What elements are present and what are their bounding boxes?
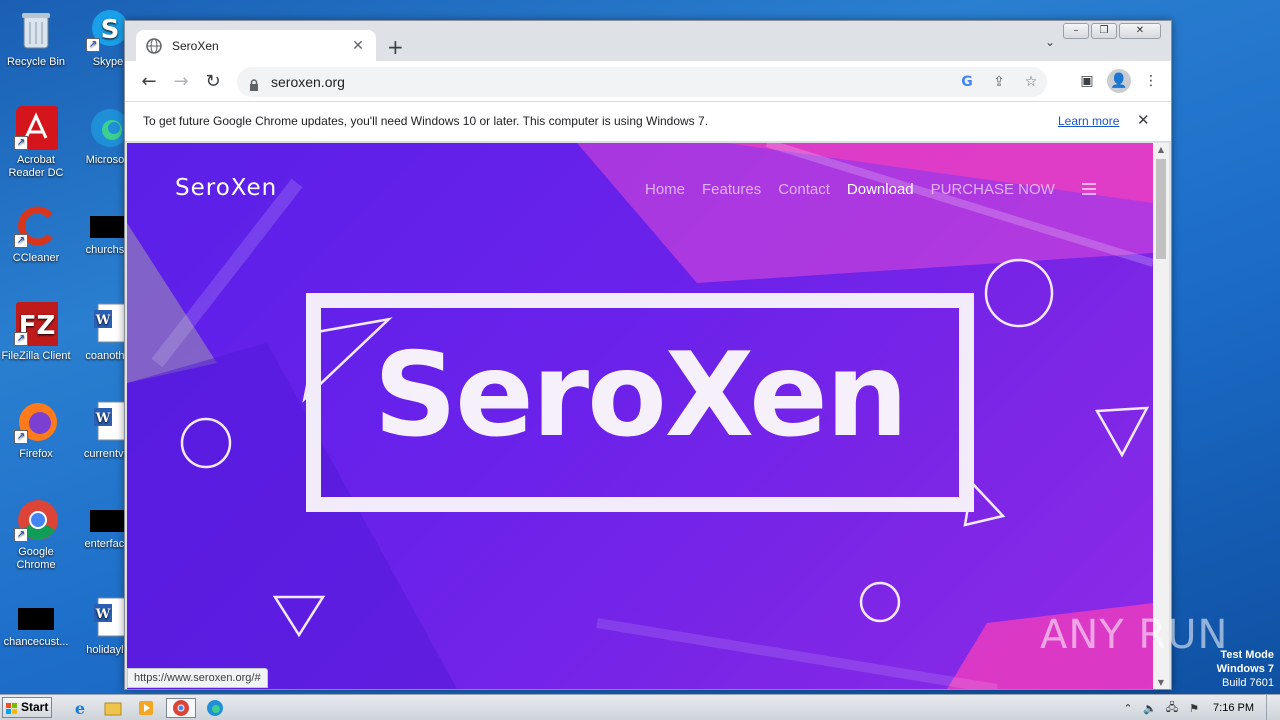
scrollbar-thumb[interactable] [1156, 159, 1166, 259]
tab-title: SeroXen [172, 39, 219, 53]
forward-arrow-icon[interactable]: → [165, 71, 197, 92]
url-text[interactable]: seroxen.org [271, 74, 951, 90]
desktop-icon-chrome[interactable]: ↗ Google Chrome [0, 498, 72, 572]
share-icon[interactable]: ⇪ [983, 74, 1015, 90]
lock-icon[interactable] [249, 76, 259, 91]
site-logo[interactable]: SeroXen [175, 175, 277, 201]
close-infobar-icon[interactable]: ✕ [1137, 111, 1150, 129]
clock[interactable]: 7:16 PM [1205, 702, 1266, 714]
desktop-icon-filezilla[interactable]: FZ ↗ FileZilla Client [0, 302, 72, 363]
side-panel-icon[interactable]: ▣ [1075, 69, 1099, 93]
restore-icon[interactable]: ❐ [1091, 23, 1117, 39]
page-scrollbar[interactable]: ▲ ▼ [1153, 143, 1169, 689]
file-thumbnail [90, 216, 126, 238]
windows-flag-icon [6, 702, 18, 714]
svg-text:S: S [101, 15, 120, 45]
chrome-icon: ↗ [14, 498, 58, 542]
file-thumbnail [18, 608, 54, 630]
close-window-icon[interactable]: ✕ [1119, 23, 1161, 39]
shortcut-arrow-icon: ↗ [86, 38, 100, 52]
desktop-icon-firefox[interactable]: ↗ Firefox [0, 400, 72, 461]
show-desktop-button[interactable] [1266, 695, 1280, 720]
desktop: Recycle Bin S ↗ Skype ↗ Acrobat Reader D… [0, 0, 132, 690]
system-tray: ⌃ 🔈 🖧 ⚑ 7:16 PM [1117, 695, 1280, 720]
decor-circle [859, 581, 901, 623]
nav-home[interactable]: Home [645, 181, 685, 198]
decor-circle [984, 258, 1054, 328]
globe-icon [146, 38, 162, 54]
shortcut-arrow-icon: ↗ [14, 332, 28, 346]
action-center-flag-icon[interactable]: ⚑ [1183, 702, 1205, 715]
scroll-down-icon[interactable]: ▼ [1153, 678, 1169, 687]
tab-seroxen[interactable]: SeroXen ✕ [136, 30, 376, 62]
media-player-icon[interactable] [134, 698, 158, 718]
nav-contact[interactable]: Contact [778, 181, 830, 198]
site-nav: Home Features Contact Download PURCHASE … [645, 181, 1055, 198]
infobar-message: To get future Google Chrome updates, you… [143, 114, 709, 128]
toolbar-right: ▣ 👤 ⋮ [1075, 69, 1163, 93]
profile-avatar-icon[interactable]: 👤 [1107, 69, 1131, 93]
tab-search-chevron-icon[interactable]: ⌄ [1045, 35, 1055, 49]
svg-text:W: W [95, 313, 111, 328]
desktop-icon-recycle-bin[interactable]: Recycle Bin [0, 8, 72, 69]
file-thumbnail [90, 510, 126, 532]
close-tab-icon[interactable]: ✕ [350, 38, 366, 54]
network-icon[interactable]: 🖧 [1161, 699, 1183, 718]
internet-explorer-icon[interactable]: e [68, 698, 92, 718]
recycle-bin-icon [14, 8, 58, 52]
svg-text:W: W [95, 411, 111, 426]
minimize-icon[interactable]: – [1063, 23, 1089, 39]
status-bubble-url: https://www.seroxen.org/# [127, 668, 268, 688]
test-mode-text: Test Mode Windows 7 Build 7601 [1216, 649, 1274, 689]
edge-taskbar-icon[interactable] [203, 698, 227, 718]
filezilla-icon: FZ ↗ [14, 302, 60, 346]
desktop-icon-chancecust[interactable]: chancecust... [0, 596, 72, 649]
shortcut-arrow-icon: ↗ [14, 234, 28, 248]
hamburger-menu-icon[interactable] [1082, 183, 1096, 198]
acrobat-icon: ↗ [14, 106, 60, 150]
nav-download[interactable]: Download [847, 181, 914, 198]
chrome-window: SeroXen ✕ + ⌄ – ❐ ✕ ← → ↻ seroxen.org G … [124, 20, 1172, 690]
window-controls: – ❐ ✕ [1063, 23, 1161, 39]
ccleaner-icon: ↗ [14, 204, 58, 248]
taskbar: Start e ⌃ 🔈 🖧 ⚑ 7:16 PM [0, 694, 1280, 720]
google-icon[interactable]: G [951, 74, 983, 90]
desktop-icon-acrobat[interactable]: ↗ Acrobat Reader DC [0, 106, 72, 180]
shortcut-arrow-icon: ↗ [14, 430, 28, 444]
firefox-icon: ↗ [14, 400, 58, 444]
new-tab-icon[interactable]: + [387, 35, 404, 59]
browser-toolbar: ← → ↻ seroxen.org G ⇪ ☆ ▣ 👤 ⋮ [125, 61, 1171, 101]
tab-strip: SeroXen ✕ + ⌄ – ❐ ✕ [125, 21, 1171, 62]
shortcut-arrow-icon: ↗ [14, 528, 28, 542]
back-arrow-icon[interactable]: ← [133, 71, 165, 92]
reload-icon[interactable]: ↻ [197, 71, 229, 92]
hero-title: SeroXen [373, 328, 909, 463]
nav-purchase-now[interactable]: PURCHASE NOW [931, 181, 1055, 198]
menu-kebab-icon[interactable]: ⋮ [1139, 69, 1163, 93]
svg-text:e: e [75, 699, 85, 718]
desktop-icon-ccleaner[interactable]: ↗ CCleaner [0, 204, 72, 265]
start-button[interactable]: Start [2, 697, 52, 718]
chrome-taskbar-icon[interactable] [166, 698, 196, 718]
volume-icon[interactable]: 🔈 [1139, 702, 1161, 715]
bookmark-star-icon[interactable]: ☆ [1015, 74, 1047, 90]
shortcut-arrow-icon: ↗ [14, 136, 28, 150]
update-infobar: To get future Google Chrome updates, you… [125, 101, 1171, 142]
scroll-up-icon[interactable]: ▲ [1153, 145, 1169, 154]
file-explorer-icon[interactable] [101, 698, 125, 718]
address-bar[interactable]: seroxen.org G ⇪ ☆ [237, 67, 1047, 97]
svg-text:W: W [95, 607, 111, 622]
learn-more-link[interactable]: Learn more [1058, 114, 1119, 128]
anyrun-watermark: ANY RUN [1040, 612, 1229, 658]
nav-features[interactable]: Features [702, 181, 761, 198]
page-content: SeroXen Home Features Contact Download P… [127, 143, 1153, 689]
tray-overflow-icon[interactable]: ⌃ [1117, 702, 1139, 715]
